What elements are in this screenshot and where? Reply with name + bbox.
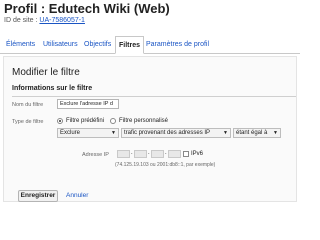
chevron-down-icon: ▼ <box>223 130 228 136</box>
predefined-label: Filtre prédéfini <box>66 118 105 124</box>
source-select-value: trafic provenant des adresses IP <box>124 130 211 136</box>
source-select[interactable]: trafic provenant des adresses IP ▼ <box>121 128 231 138</box>
chevron-down-icon: ▼ <box>273 130 278 136</box>
ipv6-checkbox[interactable] <box>183 151 189 157</box>
save-button[interactable]: Enregistrer <box>18 190 58 202</box>
section-heading: Informations sur le filtre <box>12 85 296 97</box>
cancel-link[interactable]: Annuler <box>66 192 88 199</box>
tab-profile-settings[interactable]: Paramètres de profil <box>143 36 212 54</box>
page-title: Modifier le filtre <box>12 67 80 78</box>
profile-title: Profil : Edutech Wiki (Web) <box>4 1 170 16</box>
edit-filter-panel: Modifier le filtre Informations sur le f… <box>3 56 297 202</box>
site-id-label: ID de site : <box>4 17 38 24</box>
condition-select-value: étant égal à <box>236 130 268 136</box>
ip-hint: (74.125.19.103 ou 2001:db8::1, par exemp… <box>115 162 216 168</box>
tab-bar: Éléments Utilisateurs Objectifs Filtres … <box>0 36 300 54</box>
filter-name-label: Nom du filtre <box>12 102 44 108</box>
ip-octet-4[interactable] <box>168 150 181 158</box>
site-id: ID de site : UA-7586057-1 <box>4 17 170 24</box>
chevron-down-icon: ▼ <box>111 130 116 136</box>
ip-octet-3[interactable] <box>151 150 164 158</box>
ipv6-label: IPv6 <box>191 151 204 157</box>
predefined-radio[interactable] <box>57 118 63 124</box>
custom-radio[interactable] <box>110 118 116 124</box>
tab-filters[interactable]: Filtres <box>115 36 145 54</box>
action-select[interactable]: Exclure ▼ <box>57 128 119 138</box>
site-id-link[interactable]: UA-7586057-1 <box>39 17 85 24</box>
ip-octet-2[interactable] <box>134 150 147 158</box>
tab-elements[interactable]: Éléments <box>3 36 38 54</box>
ip-octet-1[interactable] <box>117 150 130 158</box>
filter-name-input[interactable]: Exclure l'adresse IP d <box>57 99 119 109</box>
custom-label: Filtre personnalisé <box>119 118 169 124</box>
condition-select[interactable]: étant égal à ▼ <box>233 128 281 138</box>
tab-goals[interactable]: Objectifs <box>81 36 114 54</box>
action-select-value: Exclure <box>60 130 81 136</box>
filter-type-label: Type de filtre <box>12 119 44 125</box>
ip-address-label: Adresse IP <box>82 152 109 158</box>
profile-header: Profil : Edutech Wiki (Web) ID de site :… <box>4 1 170 24</box>
tab-users[interactable]: Utilisateurs <box>40 36 81 54</box>
